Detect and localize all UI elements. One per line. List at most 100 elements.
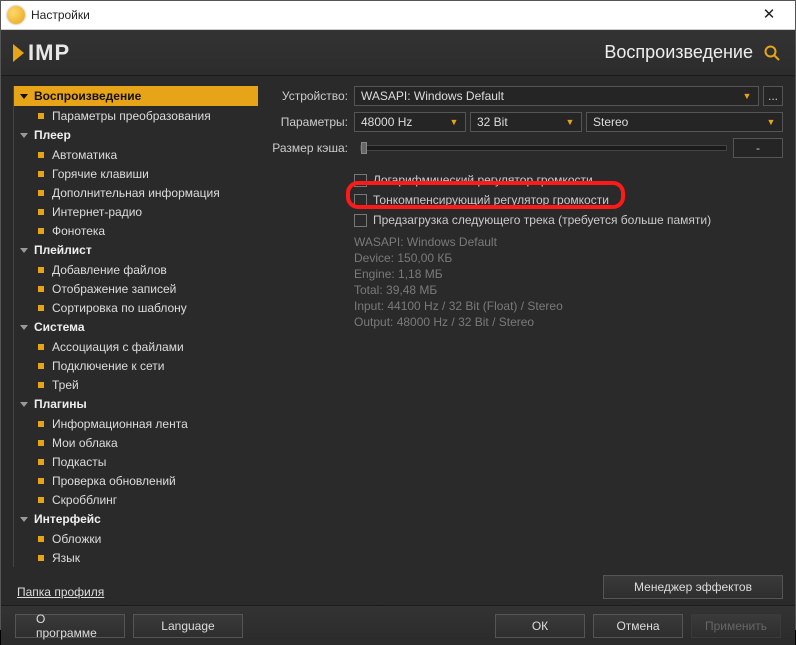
app-logo: IMP	[13, 40, 70, 66]
item-label: Информационная лента	[52, 417, 188, 431]
content-panel: Устройство: WASAPI: Windows Default ▼ ..…	[268, 86, 783, 599]
bullet-icon	[38, 209, 44, 215]
item-label: Скробблинг	[52, 493, 117, 507]
tree-category[interactable]: Плеер	[14, 125, 258, 145]
params-label: Параметры:	[268, 115, 348, 129]
cache-row: Размер кэша: -	[268, 138, 783, 158]
item-label: Обложки	[52, 532, 101, 546]
titlebar: Настройки ✕	[1, 1, 795, 30]
bullet-icon	[38, 171, 44, 177]
about-button[interactable]: О программе	[15, 614, 125, 638]
settings-window: Настройки ✕ IMP Воспроизведение Воспроиз…	[0, 0, 796, 630]
info-line: Device: 150,00 КБ	[354, 250, 783, 266]
checkbox-preload[interactable]: Предзагрузка следующего трека (требуется…	[354, 210, 783, 230]
item-label: Добавление файлов	[52, 263, 167, 277]
chevron-down-icon	[20, 133, 28, 138]
search-icon[interactable]	[763, 44, 781, 62]
bullet-icon	[38, 363, 44, 369]
chk-label: Предзагрузка следующего трека (требуется…	[373, 213, 711, 227]
bullet-icon	[38, 382, 44, 388]
bullet-icon	[38, 478, 44, 484]
section-title: Воспроизведение	[604, 42, 753, 63]
tree-category[interactable]: Система	[14, 317, 258, 337]
item-label: Дополнительная информация	[52, 186, 220, 200]
category-label: Плейлист	[34, 243, 92, 257]
bit-depth-select[interactable]: 32 Bit ▼	[470, 112, 582, 132]
cancel-button[interactable]: Отмена	[593, 614, 683, 638]
info-line: WASAPI: Windows Default	[354, 234, 783, 250]
tree-item[interactable]: Добавление файлов	[14, 260, 258, 279]
logo-triangle-icon	[13, 44, 24, 62]
bullet-icon	[38, 440, 44, 446]
language-button[interactable]: Language	[133, 614, 243, 638]
device-select[interactable]: WASAPI: Windows Default ▼	[354, 86, 759, 106]
tree-item[interactable]: Скробблинг	[14, 490, 258, 509]
tree-item[interactable]: Параметры преобразования	[14, 106, 258, 125]
chevron-down-icon: ▼	[764, 117, 778, 127]
checkbox-icon[interactable]	[354, 174, 367, 187]
profile-folder-link[interactable]: Папка профиля	[13, 585, 258, 599]
cache-slider[interactable]	[360, 145, 727, 151]
tree-item[interactable]: Автоматика	[14, 145, 258, 164]
bit-depth-value: 32 Bit	[477, 115, 508, 129]
bullet-icon	[38, 305, 44, 311]
device-value: WASAPI: Windows Default	[361, 89, 504, 103]
info-line: Input: 44100 Hz / 32 Bit (Float) / Stere…	[354, 298, 783, 314]
tree-item[interactable]: Обложки	[14, 529, 258, 548]
chevron-down-icon: ▼	[447, 117, 461, 127]
chk-label: Тонкомпенсирующий регулятор громкости	[373, 193, 609, 207]
tree-category[interactable]: Плейлист	[14, 240, 258, 260]
tree-item[interactable]: Интернет-радио	[14, 202, 258, 221]
tree-item[interactable]: Горячие клавиши	[14, 164, 258, 183]
tree-category[interactable]: Плагины	[14, 394, 258, 414]
sample-rate-value: 48000 Hz	[361, 115, 412, 129]
checkbox-log-volume[interactable]: Логарифмический регулятор громкости	[354, 170, 783, 190]
tree-category[interactable]: Воспроизведение	[14, 86, 258, 106]
channels-select[interactable]: Stereo ▼	[586, 112, 783, 132]
tree-item[interactable]: Мои облака	[14, 433, 258, 452]
bullet-icon	[38, 228, 44, 234]
chevron-down-icon	[20, 248, 28, 253]
checkbox-icon[interactable]	[354, 194, 367, 207]
chevron-down-icon: ▼	[563, 117, 577, 127]
tree-item[interactable]: Подкасты	[14, 452, 258, 471]
tree-item[interactable]: Сортировка по шаблону	[14, 298, 258, 317]
tree-item[interactable]: Фонотека	[14, 221, 258, 240]
tree-item[interactable]: Дополнительная информация	[14, 183, 258, 202]
effects-manager-button[interactable]: Менеджер эффектов	[603, 575, 783, 599]
tree-category[interactable]: Интерфейс	[14, 509, 258, 529]
tree-item[interactable]: Ассоциация с файлами	[14, 337, 258, 356]
sample-rate-select[interactable]: 48000 Hz ▼	[354, 112, 466, 132]
header: IMP Воспроизведение	[1, 30, 795, 76]
category-label: Интерфейс	[34, 512, 101, 526]
tree-item[interactable]: Язык	[14, 548, 258, 567]
bullet-icon	[38, 267, 44, 273]
item-label: Ассоциация с файлами	[52, 340, 184, 354]
tree-item[interactable]: Отображение записей	[14, 279, 258, 298]
item-label: Подключение к сети	[52, 359, 164, 373]
chevron-down-icon	[20, 94, 28, 99]
item-label: Мои облака	[52, 436, 118, 450]
info-line: Total: 39,48 МБ	[354, 282, 783, 298]
tree-item[interactable]: Проверка обновлений	[14, 471, 258, 490]
body: IMP Воспроизведение Воспроизведение Парам…	[1, 30, 795, 645]
bullet-icon	[38, 344, 44, 350]
bullet-icon	[38, 555, 44, 561]
chevron-down-icon	[20, 517, 28, 522]
ok-button[interactable]: ОК	[495, 614, 585, 638]
item-label: Параметры преобразования	[52, 109, 211, 123]
checkbox-loudness-comp[interactable]: Тонкомпенсирующий регулятор громкости	[354, 190, 783, 210]
apply-button[interactable]: Применить	[691, 614, 781, 638]
device-more-button[interactable]: ...	[763, 86, 783, 106]
tree-item[interactable]: Подключение к сети	[14, 356, 258, 375]
device-row: Устройство: WASAPI: Windows Default ▼ ..…	[268, 86, 783, 106]
tree-item[interactable]: Информационная лента	[14, 414, 258, 433]
slider-thumb[interactable]	[361, 142, 367, 154]
tree-item[interactable]: Трей	[14, 375, 258, 394]
close-button[interactable]: ✕	[749, 1, 789, 29]
checkbox-icon[interactable]	[354, 214, 367, 227]
category-label: Система	[34, 320, 85, 334]
sidebar: Воспроизведение Параметры преобразования П…	[13, 86, 258, 599]
item-label: Автоматика	[52, 148, 117, 162]
item-label: Проверка обновлений	[52, 474, 176, 488]
